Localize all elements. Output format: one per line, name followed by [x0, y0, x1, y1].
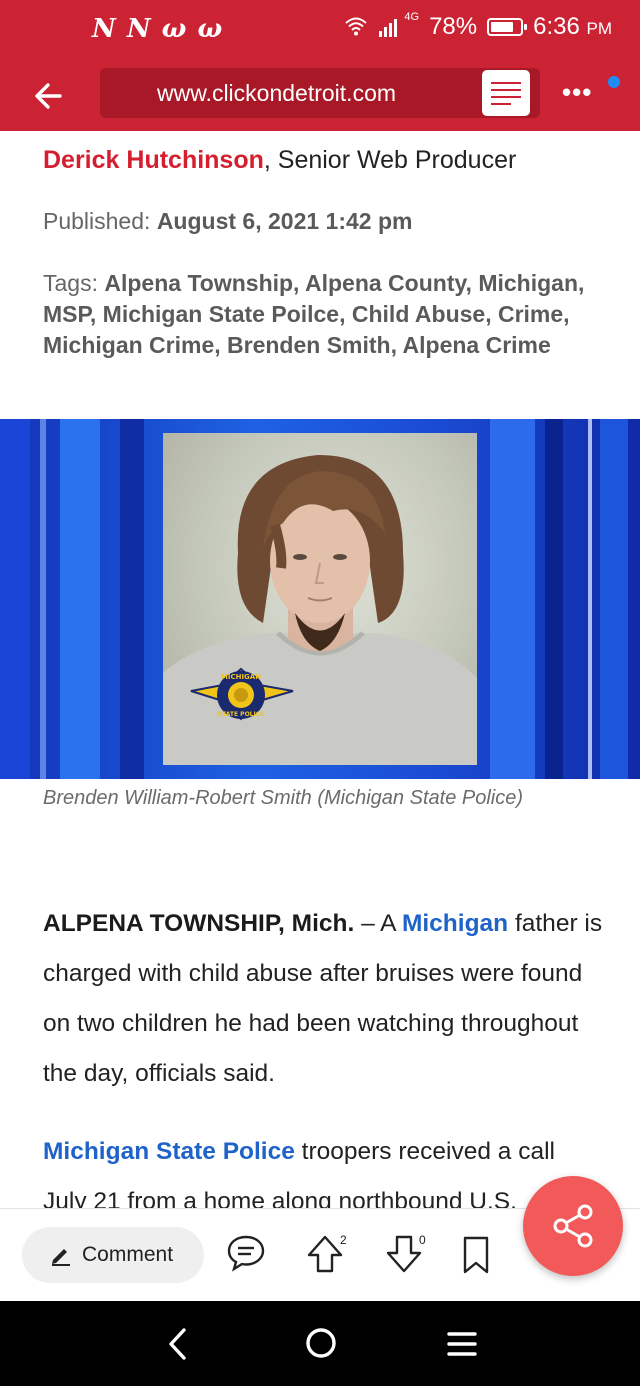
- author-role: , Senior Web Producer: [263, 146, 517, 174]
- upvote-count: 2: [340, 1233, 347, 1247]
- url-bar[interactable]: www.clickondetroit.com: [100, 68, 540, 118]
- share-button[interactable]: [523, 1176, 623, 1276]
- byline: Derick Hutchinson, Senior Web Producer: [43, 146, 516, 175]
- edit-icon: [52, 1249, 70, 1266]
- nav-home-icon[interactable]: [303, 1325, 339, 1366]
- downvote-count: 0: [419, 1233, 426, 1247]
- article-paragraph-1: ALPENA TOWNSHIP, Mich. – A Michigan fath…: [43, 910, 603, 1087]
- back-arrow-icon[interactable]: [30, 76, 70, 116]
- nav-menu-icon[interactable]: [446, 1329, 478, 1364]
- system-navigation-bar: [0, 1301, 640, 1386]
- tags: Tags: Alpena Township, Alpena County, Mi…: [43, 270, 585, 358]
- tag-list[interactable]: Alpena Township, Alpena County, Michigan…: [43, 270, 584, 358]
- share-icon: [553, 1204, 593, 1248]
- bookmark-icon[interactable]: [460, 1235, 492, 1280]
- mugshot-image: MICHIGAN STATE POLICE: [163, 433, 477, 765]
- comment-label: Comment: [82, 1243, 174, 1266]
- michigan-link[interactable]: Michigan: [402, 910, 508, 937]
- comment-button[interactable]: Comment: [22, 1227, 204, 1283]
- published-date: Published: August 6, 2021 1:42 pm: [43, 208, 413, 234]
- status-bar: N N ω ω 4G 78% 6:36 PM: [0, 0, 640, 58]
- browser-toolbar: www.clickondetroit.com •••: [0, 58, 640, 131]
- notification-dot: [608, 76, 620, 88]
- nav-back-icon[interactable]: [164, 1327, 192, 1366]
- url-text: www.clickondetroit.com: [157, 79, 397, 106]
- photo-caption: Brenden William-Robert Smith (Michigan S…: [43, 787, 523, 809]
- battery-icon: [487, 18, 528, 36]
- dateline: ALPENA TOWNSHIP, Mich.: [43, 910, 355, 937]
- svg-text:MICHIGAN: MICHIGAN: [221, 673, 261, 681]
- article-photo[interactable]: MICHIGAN STATE POLICE: [0, 419, 640, 779]
- clock: 6:36 PM: [533, 13, 612, 40]
- battery-percent: 78%: [429, 13, 478, 40]
- signal-icon: [378, 16, 402, 38]
- upvote-icon[interactable]: [305, 1233, 345, 1280]
- downvote-icon[interactable]: [384, 1233, 424, 1280]
- msp-link[interactable]: Michigan State Police: [43, 1138, 295, 1165]
- author-link[interactable]: Derick Hutchinson: [43, 146, 264, 174]
- network-type: 4G: [404, 11, 420, 23]
- chat-icon[interactable]: [226, 1233, 266, 1278]
- svg-text:STATE POLICE: STATE POLICE: [218, 711, 264, 718]
- more-icon[interactable]: •••: [562, 79, 592, 105]
- wifi-icon: [344, 15, 368, 39]
- notification-app-icons: N N ω ω: [92, 14, 224, 44]
- status-icons: 4G 78% 6:36 PM: [344, 11, 612, 41]
- reader-mode-icon[interactable]: [482, 70, 530, 116]
